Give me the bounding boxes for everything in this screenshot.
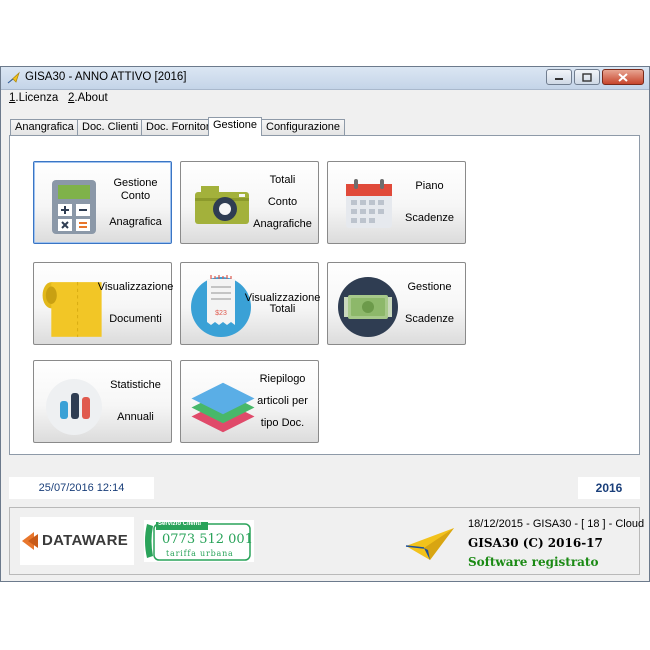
footer-panel: DATAWARE Servizio Clienti 0773 512 001 t… [9, 507, 644, 575]
paper-plane-icon [405, 528, 454, 560]
visualizzazione-totali-button[interactable]: $23 Visualizzazione Totali [180, 262, 321, 345]
camera-icon [195, 186, 249, 224]
menu-about-label: .About [74, 92, 108, 104]
tab-gestione[interactable]: Gestione [208, 117, 263, 136]
tile-label-line: Visualizzazione Totali [244, 291, 321, 315]
registration-status: Software registrato [468, 555, 599, 569]
tile-label-line: Gestione Conto [113, 176, 158, 202]
app-icon [7, 71, 20, 84]
menu-about[interactable]: 2.About [68, 92, 108, 104]
tile-label-line: Annuali [117, 411, 154, 424]
riepilogo-articoli-button[interactable]: Riepilogo articoli per tipo Doc. [180, 360, 319, 443]
banknote-icon [338, 277, 398, 337]
calendar-icon [346, 179, 392, 228]
status-bar: 25/07/2016 12:14 2016 [9, 477, 640, 499]
tile-label-line: Documenti [109, 313, 162, 326]
receipt-icon: $23 [191, 275, 251, 337]
close-button[interactable] [602, 69, 644, 85]
tab-doc-clienti[interactable]: Doc. Clienti [77, 119, 144, 135]
menu-bar: 1.Licenza 2.About [1, 90, 649, 108]
tile-label-line: Scadenze [405, 313, 454, 326]
tab-configurazione[interactable]: Configurazione [261, 119, 345, 135]
tile-label-line: Scadenze [405, 212, 454, 225]
tile-label-line: Anagrafica [109, 215, 162, 228]
window-title: GISA30 - ANNO ATTIVO [2016] [25, 71, 187, 83]
statistiche-annuali-button[interactable]: Statistiche Annuali [33, 360, 172, 443]
copyright-text: GISA30 (C) 2016-17 [468, 536, 603, 550]
paper-roll-icon [42, 282, 102, 337]
menu-licenza-label: .Licenza [15, 92, 59, 104]
service-tariff: tariffa urbana [166, 549, 234, 558]
main-window: GISA30 - ANNO ATTIVO [2016] 1.Licenza 2.… [0, 66, 650, 582]
tile-label-line: Conto [267, 195, 298, 208]
tile-label-line: Anagrafiche [253, 217, 312, 230]
tile-label-line: Visualizzazione [97, 280, 174, 293]
maximize-icon [582, 72, 592, 82]
tile-label-line: Riepilogo [259, 373, 306, 386]
tile-label-line: Totali [269, 174, 296, 187]
totali-conto-anagrafiche-button[interactable]: Totali Conto Anagrafiche [180, 161, 319, 244]
calculator-icon [52, 180, 96, 234]
tile-label-line: Piano [415, 179, 444, 192]
title-bar[interactable]: GISA30 - ANNO ATTIVO [2016] [1, 67, 649, 90]
tab-anagrafica[interactable]: Anangrafica [10, 119, 79, 135]
menu-licenza[interactable]: 1.Licenza [9, 92, 58, 104]
build-info: 18/12/2015 - GISA30 - [ 18 ] - Cloud [468, 518, 645, 530]
piano-scadenze-button[interactable]: Piano Scadenze [327, 161, 466, 244]
gestione-conto-anagrafica-button[interactable]: Gestione Conto Anagrafica [33, 161, 172, 244]
visualizzazione-documenti-button[interactable]: Visualizzazione Documenti [33, 262, 174, 345]
minimize-icon [555, 78, 563, 80]
service-title: Servizio Clienti [158, 521, 202, 527]
status-year: 2016 [578, 477, 640, 499]
gestione-scadenze-button[interactable]: Gestione Scadenze [327, 262, 466, 345]
bar-chart-icon [46, 379, 102, 435]
customer-service-badge: Servizio Clienti 0773 512 001 tariffa ur… [144, 520, 254, 562]
minimize-button[interactable] [546, 69, 572, 85]
status-datetime: 25/07/2016 12:14 [9, 477, 154, 499]
tile-label-line: Statistiche [110, 378, 161, 391]
tile-label-line: Gestione [407, 280, 452, 293]
close-icon [618, 72, 628, 82]
service-phone: 0773 512 001 [162, 532, 253, 547]
dataware-logo: DATAWARE [20, 517, 134, 565]
dataware-logo-text: DATAWARE [42, 532, 129, 549]
tile-label-line: articoli per [257, 394, 308, 407]
gestione-panel: Gestione Conto Anagrafica Totali Conto Anag… [9, 135, 640, 455]
maximize-button[interactable] [574, 69, 600, 85]
tile-label-line: tipo Doc. [260, 416, 305, 429]
svg-text:$23: $23 [215, 310, 227, 317]
tab-doc-fornitori[interactable]: Doc. Fornitori [141, 119, 218, 135]
